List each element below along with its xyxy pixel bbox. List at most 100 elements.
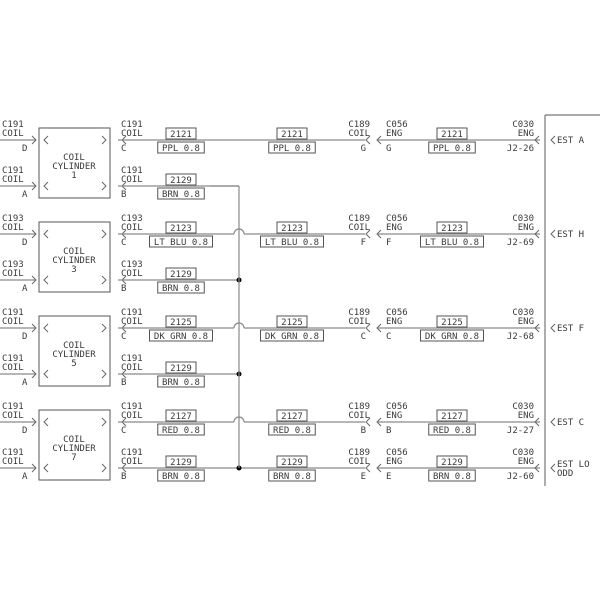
wire-color-label: BRN 0.8 [268,469,316,482]
wire-color-label-text: BRN 0.8 [162,378,200,388]
circuit-number-label-text: 2123 [170,224,192,234]
circuit-number-label-text: 2121 [441,130,463,140]
connector-type: COIL [2,175,24,185]
pin-label: C [121,426,126,436]
pin-label: E [361,472,366,482]
connector-type: COIL [121,457,143,467]
circuit-number-label: 2129 [165,267,197,280]
wire-color-label: LT BLU 0.8 [149,235,213,248]
connector-type: ENG [518,129,534,139]
pcm-terminal-label: EST H [557,230,584,240]
pin-label: C [121,238,126,248]
connector-type: COIL [121,269,143,279]
pin-label: J2-26 [507,144,534,154]
connector-type: COIL [2,363,24,373]
pin-label: C [121,144,126,154]
connector-type: COIL [348,129,370,139]
connector-type: ENG [386,457,402,467]
connector-type: COIL [2,411,24,421]
wire-color-label: LT BLU 0.8 [420,235,484,248]
connector-type: COIL [121,223,143,233]
wire-color-label: PPL 0.8 [268,141,316,154]
wire-color-label-text: RED 0.8 [433,426,471,436]
wire-color-label-text: DK GRN 0.8 [425,332,479,342]
circuit-number-label-text: 2127 [441,412,463,422]
circuit-number-label: 2129 [165,455,197,468]
circuit-number-label-text: 2125 [170,318,192,328]
pcm-input-chevron-icon [550,135,556,145]
circuit-number-label-text: 2129 [441,458,463,468]
circuit-number-label: 2125 [436,315,468,328]
circuit-number-label-text: 2129 [281,458,303,468]
connector-type: ENG [518,317,534,327]
pcm-input-chevron-icon [550,417,556,427]
pin-label: D [22,332,27,342]
circuit-number-label-text: 2127 [170,412,192,422]
pin-label: A [22,378,28,388]
wire-color-label: DK GRN 0.8 [420,329,484,342]
pin-label: D [22,144,27,154]
wire-color-label: PPL 0.8 [157,141,205,154]
circuit-number-label: 2123 [276,221,308,234]
circuit-number-label-text: 2127 [281,412,303,422]
pin-label: B [121,284,126,294]
wiring-diagram: C191COILDC191COILACOILCYLINDER1C191COILC… [0,114,600,486]
coil-label: 3 [71,265,76,275]
pin-label: C [361,332,366,342]
circuit-number-label-text: 2129 [170,458,192,468]
pin-label: E [386,472,391,482]
wire-color-label-text: PPL 0.8 [273,144,311,154]
connector-type: COIL [121,129,143,139]
pin-label: B [121,190,126,200]
wire-color-label: RED 0.8 [268,423,316,436]
circuit-number-label-text: 2125 [441,318,463,328]
connector-type: COIL [121,317,143,327]
connector-type: COIL [2,129,24,139]
pin-label: J2-68 [507,332,534,342]
pcm-terminal-label: EST A [557,136,585,146]
wire-color-label-text: BRN 0.8 [162,472,200,482]
circuit-number-label: 2125 [276,315,308,328]
circuit-number-label-text: 2129 [170,176,192,186]
wire-color-label-text: BRN 0.8 [162,190,200,200]
circuit-number-label-text: 2125 [281,318,303,328]
connector-type: ENG [518,457,534,467]
circuit-number-label-text: 2129 [170,364,192,374]
pin-label: G [361,144,366,154]
wire-color-label-text: BRN 0.8 [273,472,311,482]
circuit-number-label: 2129 [436,455,468,468]
wire-color-label-text: LT BLU 0.8 [425,238,479,248]
wire-color-label-text: RED 0.8 [273,426,311,436]
circuit-number-label: 2121 [276,127,308,140]
circuit-number-label: 2127 [436,409,468,422]
connector-type: COIL [2,223,24,233]
connector-type: ENG [386,223,402,233]
circuit-number-label: 2125 [165,315,197,328]
pin-label: A [22,190,28,200]
circuit-number-label: 2123 [165,221,197,234]
wire-color-label-text: BRN 0.8 [433,472,471,482]
circuit-number-label-text: 2129 [170,270,192,280]
connector-type: ENG [518,411,534,421]
wire-color-label: BRN 0.8 [428,469,476,482]
wire-color-label-text: DK GRN 0.8 [265,332,319,342]
connector-type: COIL [2,457,24,467]
pin-label: J2-27 [507,426,534,436]
pcm-input-chevron-icon [550,463,556,473]
wire-color-label: LT BLU 0.8 [260,235,324,248]
pin-label: J2-60 [507,472,534,482]
pin-label: D [22,426,27,436]
coil-label: 5 [71,359,76,369]
pin-label: J2-69 [507,238,534,248]
pcm-terminal-label: ODD [557,469,573,479]
wire-color-label: BRN 0.8 [157,469,205,482]
circuit-number-label-text: 2121 [170,130,192,140]
circuit-number-label: 2129 [165,361,197,374]
wire-color-label-text: LT BLU 0.8 [154,238,208,248]
circuit-number-label: 2127 [165,409,197,422]
pin-label: B [121,472,126,482]
pin-label: F [361,238,366,248]
pcm-input-chevron-icon [550,229,556,239]
coil-label: 1 [71,171,76,181]
connector-type: COIL [121,363,143,373]
